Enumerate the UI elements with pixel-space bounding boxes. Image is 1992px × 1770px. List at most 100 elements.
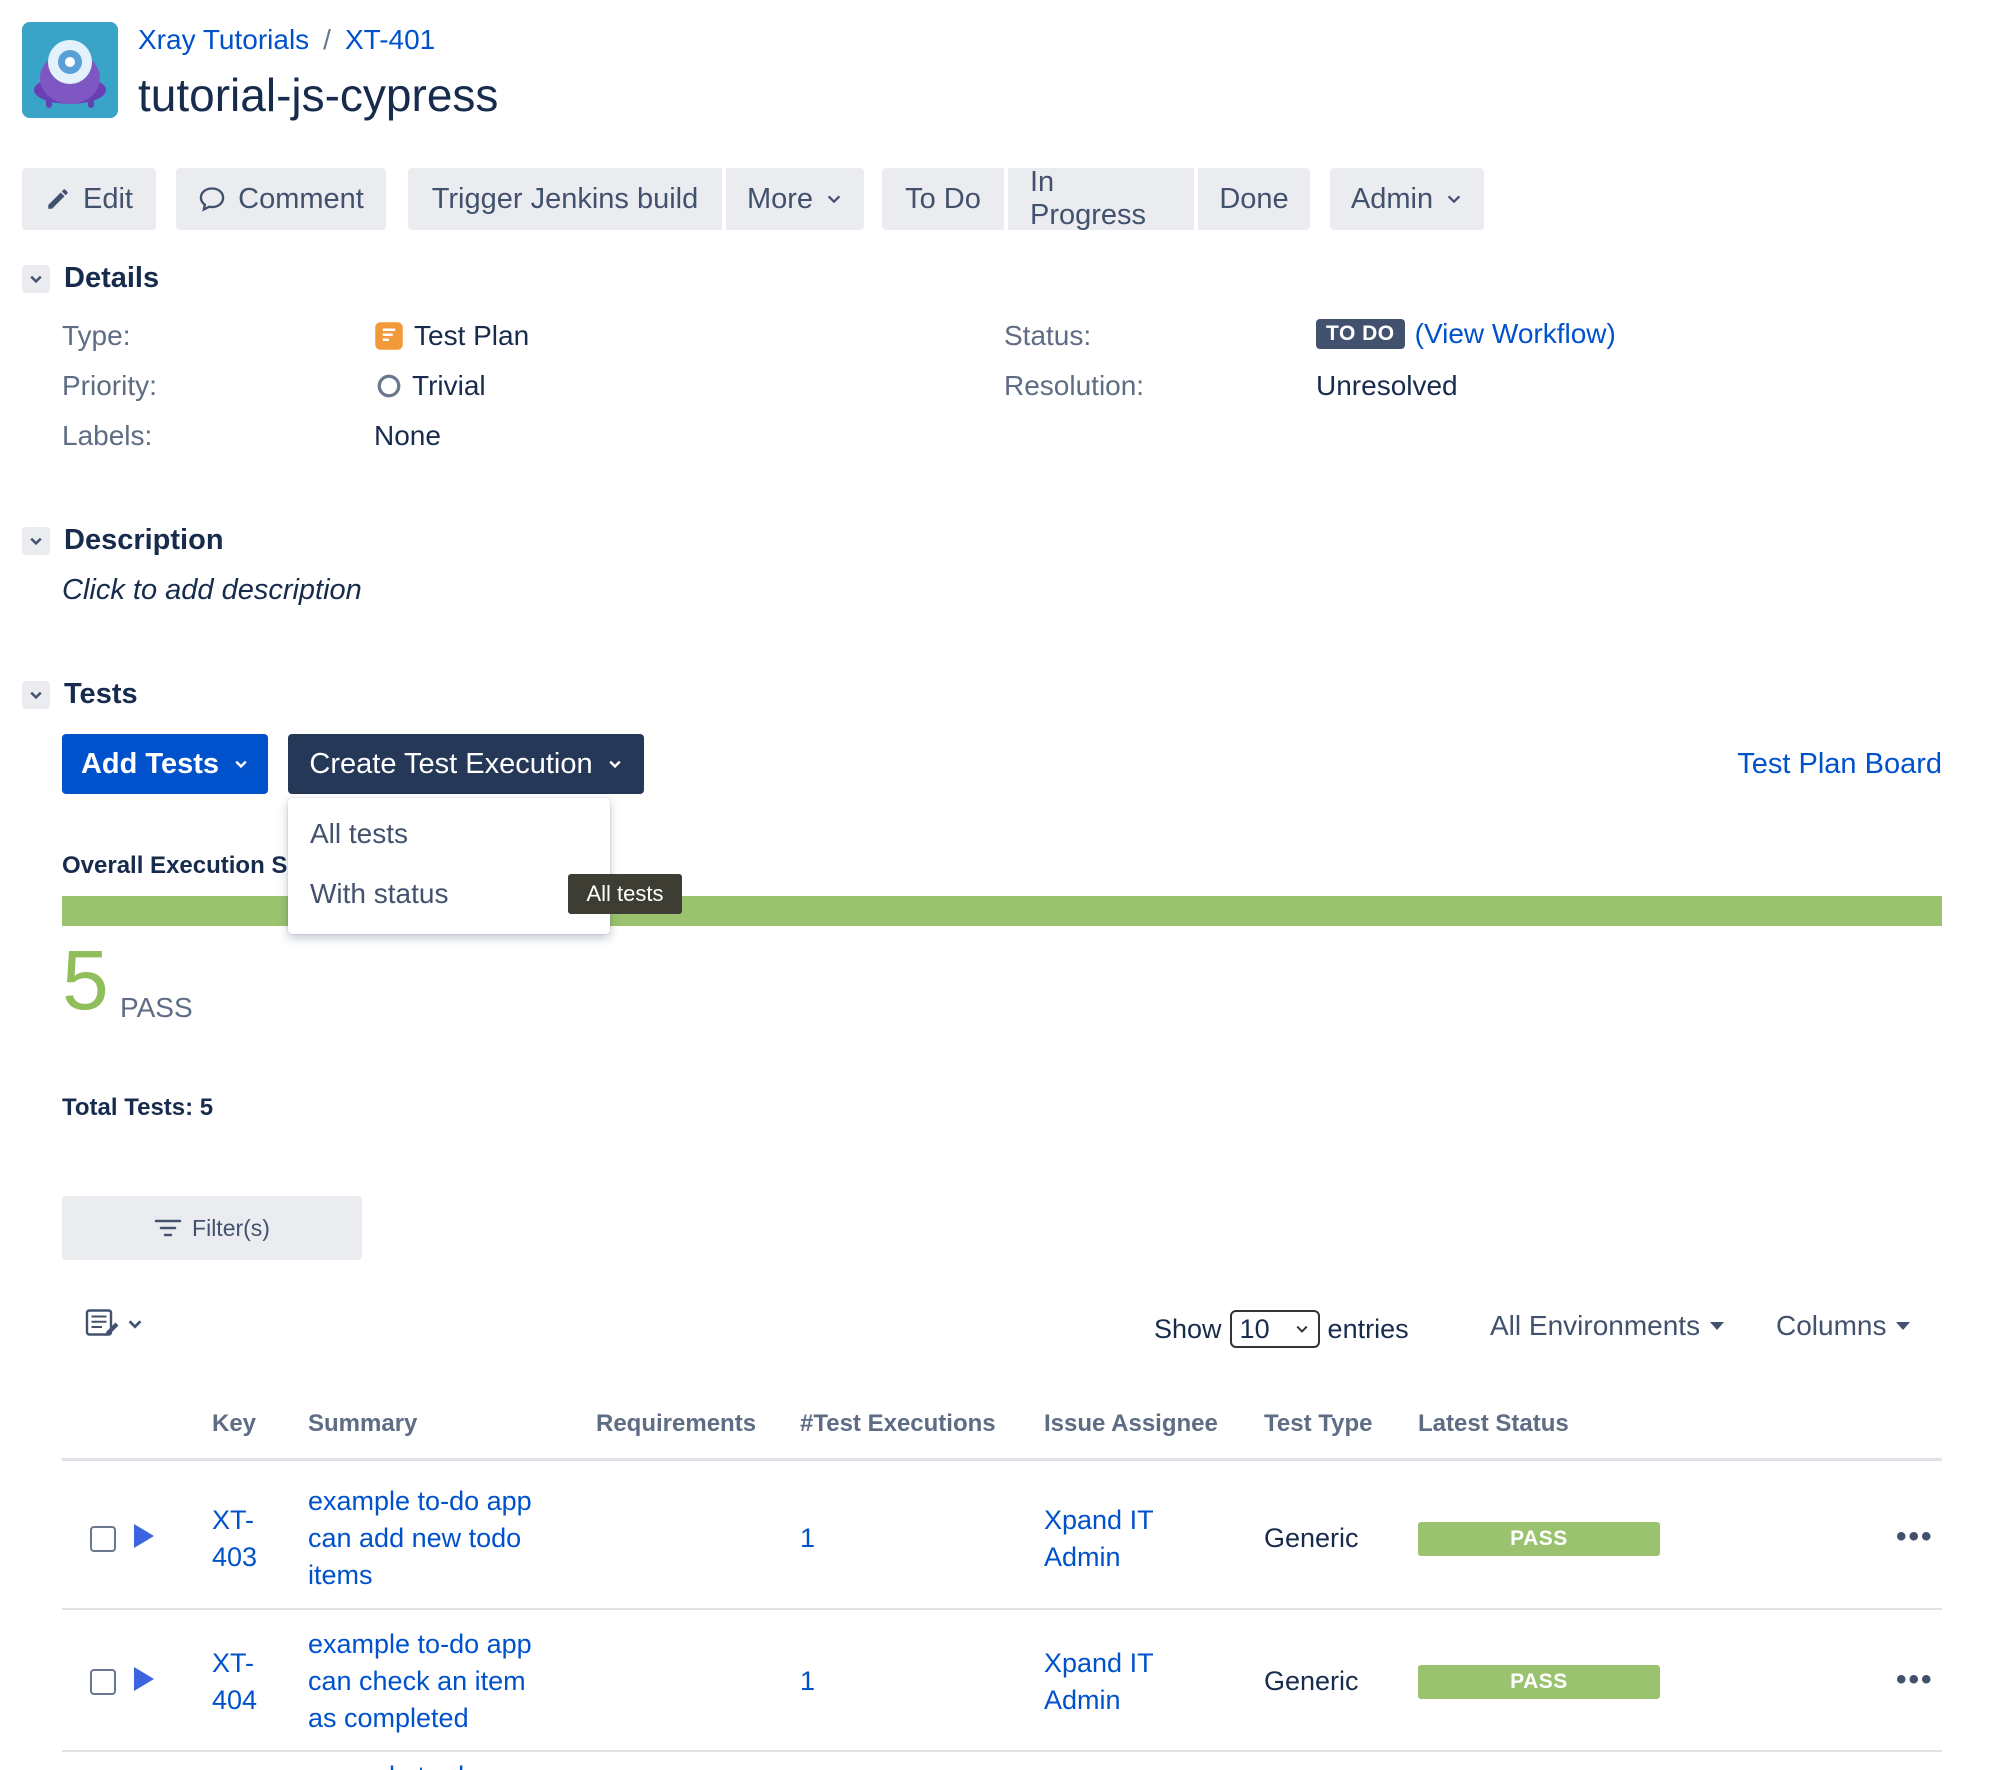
view-workflow-close-paren: ) bbox=[1606, 318, 1616, 349]
row-summary-line: example to-do app bbox=[308, 1629, 532, 1659]
in-progress-label: In Progress bbox=[1030, 166, 1147, 231]
dropdown-item-all-tests[interactable]: All tests bbox=[310, 818, 408, 850]
details-heading: Details bbox=[64, 262, 160, 294]
row-assignee-line: Admin bbox=[1044, 1685, 1121, 1715]
edit-button[interactable]: Edit bbox=[22, 168, 156, 230]
filter-label: Filter(s) bbox=[192, 1214, 270, 1241]
row-key-link[interactable]: XT- 403 bbox=[212, 1502, 257, 1576]
done-label: Done bbox=[1219, 182, 1289, 215]
create-test-execution-button[interactable]: Create Test Execution bbox=[288, 734, 644, 794]
breadcrumb-issue-link[interactable]: XT-401 bbox=[345, 24, 435, 56]
todo-label: To Do bbox=[905, 182, 981, 215]
filter-button[interactable]: Filter(s) bbox=[62, 1196, 362, 1260]
chevron-down-icon bbox=[235, 760, 247, 769]
chevron-down-icon bbox=[22, 264, 50, 293]
environments-filter[interactable]: All Environments bbox=[1490, 1310, 1725, 1342]
breadcrumb-project-link[interactable]: Xray Tutorials bbox=[138, 24, 309, 56]
row-divider bbox=[62, 1608, 1942, 1610]
row-assignee-link[interactable]: Xpand IT Admin bbox=[1044, 1645, 1154, 1719]
row-executions-link[interactable]: 1 bbox=[800, 1663, 815, 1700]
test-plan-icon bbox=[375, 322, 403, 350]
row-summary-link[interactable]: example to-do app can add new todo items bbox=[308, 1483, 532, 1594]
details-section-toggle[interactable]: Details bbox=[22, 262, 159, 295]
type-label: Type: bbox=[62, 320, 131, 351]
resolution-label: Resolution: bbox=[1004, 370, 1145, 401]
bulk-actions-menu[interactable] bbox=[84, 1306, 144, 1342]
tests-section-toggle[interactable]: Tests bbox=[22, 678, 138, 711]
row-assignee-line: Xpand IT bbox=[1044, 1505, 1154, 1535]
create-execution-label: Create Test Execution bbox=[309, 747, 593, 780]
column-header-assignee[interactable]: Issue Assignee bbox=[1044, 1410, 1218, 1438]
table-header-divider bbox=[62, 1458, 1942, 1461]
in-progress-transition-button[interactable]: In Progress bbox=[1008, 166, 1194, 231]
row-summary-line: example to-do app bbox=[308, 1486, 532, 1516]
view-workflow-link[interactable]: View Workflow bbox=[1424, 318, 1607, 350]
column-header-test-executions[interactable]: #Test Executions bbox=[800, 1410, 996, 1438]
status-badge: PASS bbox=[1418, 1665, 1660, 1699]
environments-label: All Environments bbox=[1490, 1310, 1701, 1341]
play-icon[interactable] bbox=[134, 1667, 154, 1691]
row-test-type: Generic bbox=[1264, 1666, 1359, 1696]
row-more-actions[interactable]: ••• bbox=[1896, 1520, 1934, 1554]
dropdown-item-with-status[interactable]: With status bbox=[310, 878, 448, 910]
done-transition-button[interactable]: Done bbox=[1198, 168, 1310, 230]
project-avatar[interactable] bbox=[22, 22, 118, 118]
view-workflow: ( View Workflow ) bbox=[1415, 318, 1616, 350]
tooltip: All tests bbox=[568, 874, 682, 914]
row-checkbox[interactable] bbox=[90, 1669, 116, 1695]
create-execution-dropdown: All tests With status bbox=[288, 798, 610, 934]
row-summary-line: can add new todo bbox=[308, 1523, 522, 1553]
row-key-prefix: XT- bbox=[212, 1505, 255, 1535]
type-value: Test Plan bbox=[374, 320, 529, 352]
chevron-down-icon bbox=[827, 195, 841, 204]
add-tests-button[interactable]: Add Tests bbox=[62, 734, 268, 794]
edit-label: Edit bbox=[83, 182, 133, 215]
priority-text: Trivial bbox=[412, 370, 486, 401]
more-button[interactable]: More bbox=[726, 168, 864, 230]
entries-select[interactable]: 10 bbox=[1229, 1310, 1320, 1348]
column-header-latest-status[interactable]: Latest Status bbox=[1418, 1410, 1569, 1438]
row-checkbox[interactable] bbox=[90, 1526, 116, 1552]
filter-icon bbox=[154, 1219, 182, 1237]
description-placeholder[interactable]: Click to add description bbox=[62, 574, 362, 607]
test-plan-board-link[interactable]: Test Plan Board bbox=[1737, 748, 1942, 781]
view-workflow-open-paren: ( bbox=[1414, 318, 1424, 349]
row-assignee-line: Xpand IT bbox=[1044, 1648, 1154, 1678]
show-entries: Show 10 entries bbox=[1154, 1310, 1409, 1348]
labels-value[interactable]: None bbox=[374, 420, 441, 452]
column-header-key[interactable]: Key bbox=[212, 1410, 256, 1438]
columns-filter[interactable]: Columns bbox=[1776, 1310, 1911, 1342]
row-summary-line: can check an item bbox=[308, 1666, 526, 1696]
row-summary-line: items bbox=[308, 1560, 373, 1590]
chevron-down-icon bbox=[22, 526, 50, 555]
description-heading: Description bbox=[64, 524, 224, 556]
admin-button[interactable]: Admin bbox=[1330, 168, 1484, 230]
row-key-prefix: XT- bbox=[212, 1648, 255, 1678]
page-title[interactable]: tutorial-js-cypress bbox=[138, 68, 498, 122]
row-key-link[interactable]: XT- 404 bbox=[212, 1645, 257, 1719]
chevron-down-icon bbox=[22, 680, 50, 709]
caret-down-icon bbox=[1896, 1322, 1911, 1330]
comment-button[interactable]: Comment bbox=[176, 168, 386, 230]
description-section-toggle[interactable]: Description bbox=[22, 524, 224, 557]
todo-transition-button[interactable]: To Do bbox=[882, 168, 1004, 230]
row-key-number: 404 bbox=[212, 1685, 258, 1715]
row-executions-link[interactable]: 1 bbox=[800, 1520, 815, 1557]
row-divider bbox=[62, 1750, 1942, 1752]
column-header-test-type[interactable]: Test Type bbox=[1264, 1410, 1372, 1438]
row-summary-link[interactable]: example to-do app can check an item as c… bbox=[308, 1626, 532, 1737]
column-header-requirements[interactable]: Requirements bbox=[596, 1410, 756, 1438]
trivial-priority-icon bbox=[377, 374, 401, 398]
comment-label: Comment bbox=[238, 182, 364, 215]
priority-label: Priority: bbox=[62, 370, 157, 401]
trigger-jenkins-button[interactable]: Trigger Jenkins build bbox=[408, 168, 722, 230]
row-assignee-link[interactable]: Xpand IT Admin bbox=[1044, 1502, 1154, 1576]
row-summary-link[interactable]: example to-do app bbox=[308, 1758, 532, 1770]
chevron-down-icon bbox=[1447, 195, 1461, 204]
priority-value: Trivial bbox=[376, 370, 486, 402]
row-more-actions[interactable]: ••• bbox=[1896, 1663, 1934, 1697]
resolution-value: Unresolved bbox=[1316, 370, 1458, 401]
column-header-summary[interactable]: Summary bbox=[308, 1410, 417, 1438]
breadcrumb: Xray Tutorials / XT-401 bbox=[138, 24, 435, 56]
play-icon[interactable] bbox=[134, 1524, 154, 1548]
